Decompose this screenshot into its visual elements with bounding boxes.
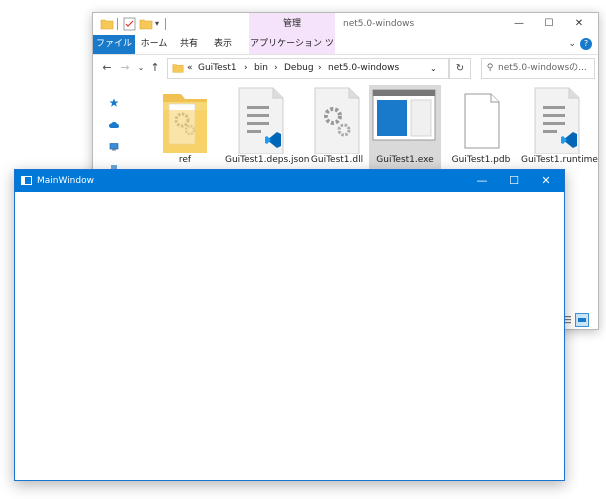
tab-share[interactable]: 共有 xyxy=(173,35,205,54)
breadcrumb-bin[interactable]: bin xyxy=(254,59,268,78)
up-button[interactable]: ↑ xyxy=(147,60,163,76)
close-button[interactable]: ✕ xyxy=(564,13,594,35)
expand-ribbon-icon[interactable]: ⌄ xyxy=(568,35,576,54)
tab-home[interactable]: ホーム xyxy=(137,35,171,54)
breadcrumb-separator[interactable]: › xyxy=(318,59,322,78)
file-name: ref xyxy=(178,155,192,165)
file-name: GuiTest1.exe xyxy=(376,155,434,165)
search-icon: ⚲ xyxy=(486,63,494,73)
main-window-title: MainWindow xyxy=(37,176,94,186)
file-name: GuiTest1.dll xyxy=(310,155,364,165)
maximize-button[interactable]: ☐ xyxy=(534,13,564,35)
search-input[interactable]: ⚲ net5.0-windowsの... xyxy=(481,58,595,79)
main-window: MainWindow — ☐ ✕ xyxy=(14,169,565,481)
refresh-button[interactable]: ↻ xyxy=(449,58,471,79)
folder-icon[interactable] xyxy=(100,17,114,31)
vscode-json-file-icon xyxy=(238,87,284,154)
this-pc-icon[interactable] xyxy=(109,142,119,152)
breadcrumb-prefix[interactable]: « xyxy=(187,59,193,78)
file-name: GuiTest1.deps.json xyxy=(225,155,310,165)
main-window-title-bar[interactable]: MainWindow — ☐ ✕ xyxy=(15,170,564,192)
toolbar-separator xyxy=(117,18,118,30)
breadcrumb-debug[interactable]: Debug xyxy=(284,59,314,78)
maximize-button[interactable]: ☐ xyxy=(498,170,530,192)
quick-access-star-icon[interactable] xyxy=(109,98,119,108)
vscode-json-file-icon xyxy=(534,87,580,154)
help-icon[interactable]: ? xyxy=(580,38,592,50)
properties-icon[interactable] xyxy=(123,17,136,31)
window-title: net5.0-windows xyxy=(343,19,415,29)
file-name: GuiTest1.pdb xyxy=(451,155,511,165)
forward-button[interactable]: → xyxy=(117,60,133,76)
minimize-button[interactable]: — xyxy=(466,170,498,192)
search-placeholder: net5.0-windowsの... xyxy=(498,63,587,73)
address-bar[interactable]: « GuiTest1 › bin › Debug › net5.0-window… xyxy=(167,58,449,79)
explorer-title-bar: ▾ 管理 net5.0-windows — ☐ ✕ xyxy=(93,13,598,35)
main-window-client-area[interactable] xyxy=(15,192,564,480)
window-icon xyxy=(21,176,32,185)
large-icons-view-icon[interactable] xyxy=(575,313,589,327)
toolbar-separator xyxy=(165,18,166,30)
blank-file-icon xyxy=(464,93,500,149)
new-folder-icon[interactable] xyxy=(139,17,153,31)
folder-icon xyxy=(172,64,184,73)
tab-view[interactable]: 表示 xyxy=(207,35,239,54)
breadcrumb-net5[interactable]: net5.0-windows xyxy=(328,59,399,78)
tab-application-tools[interactable]: アプリケーション ツール xyxy=(249,35,335,68)
context-tab-header: 管理 xyxy=(249,13,335,35)
minimize-button[interactable]: — xyxy=(504,13,534,35)
close-button[interactable]: ✕ xyxy=(530,170,562,192)
breadcrumb-guitest1[interactable]: GuiTest1 xyxy=(198,59,237,78)
ribbon-tabs: ファイル ホーム 共有 表示 アプリケーション ツール ⌄ ? xyxy=(93,35,598,68)
back-button[interactable]: ← xyxy=(99,60,115,76)
tab-file[interactable]: ファイル xyxy=(93,35,135,54)
onedrive-cloud-icon[interactable] xyxy=(109,120,119,130)
exe-app-icon xyxy=(372,89,436,141)
address-dropdown-icon[interactable]: ⌄ xyxy=(430,59,437,78)
customize-toolbar-icon[interactable]: ▾ xyxy=(155,17,163,31)
navigation-bar: ← → ⌄ ↑ « GuiTest1 › bin › Debug › net5.… xyxy=(93,54,598,82)
dll-file-icon xyxy=(314,87,360,154)
folder-icon xyxy=(163,94,207,153)
breadcrumb-separator[interactable]: › xyxy=(274,59,278,78)
file-name: GuiTest1.runtimeconfig.dev.json xyxy=(521,155,598,165)
breadcrumb-separator[interactable]: › xyxy=(244,59,248,78)
